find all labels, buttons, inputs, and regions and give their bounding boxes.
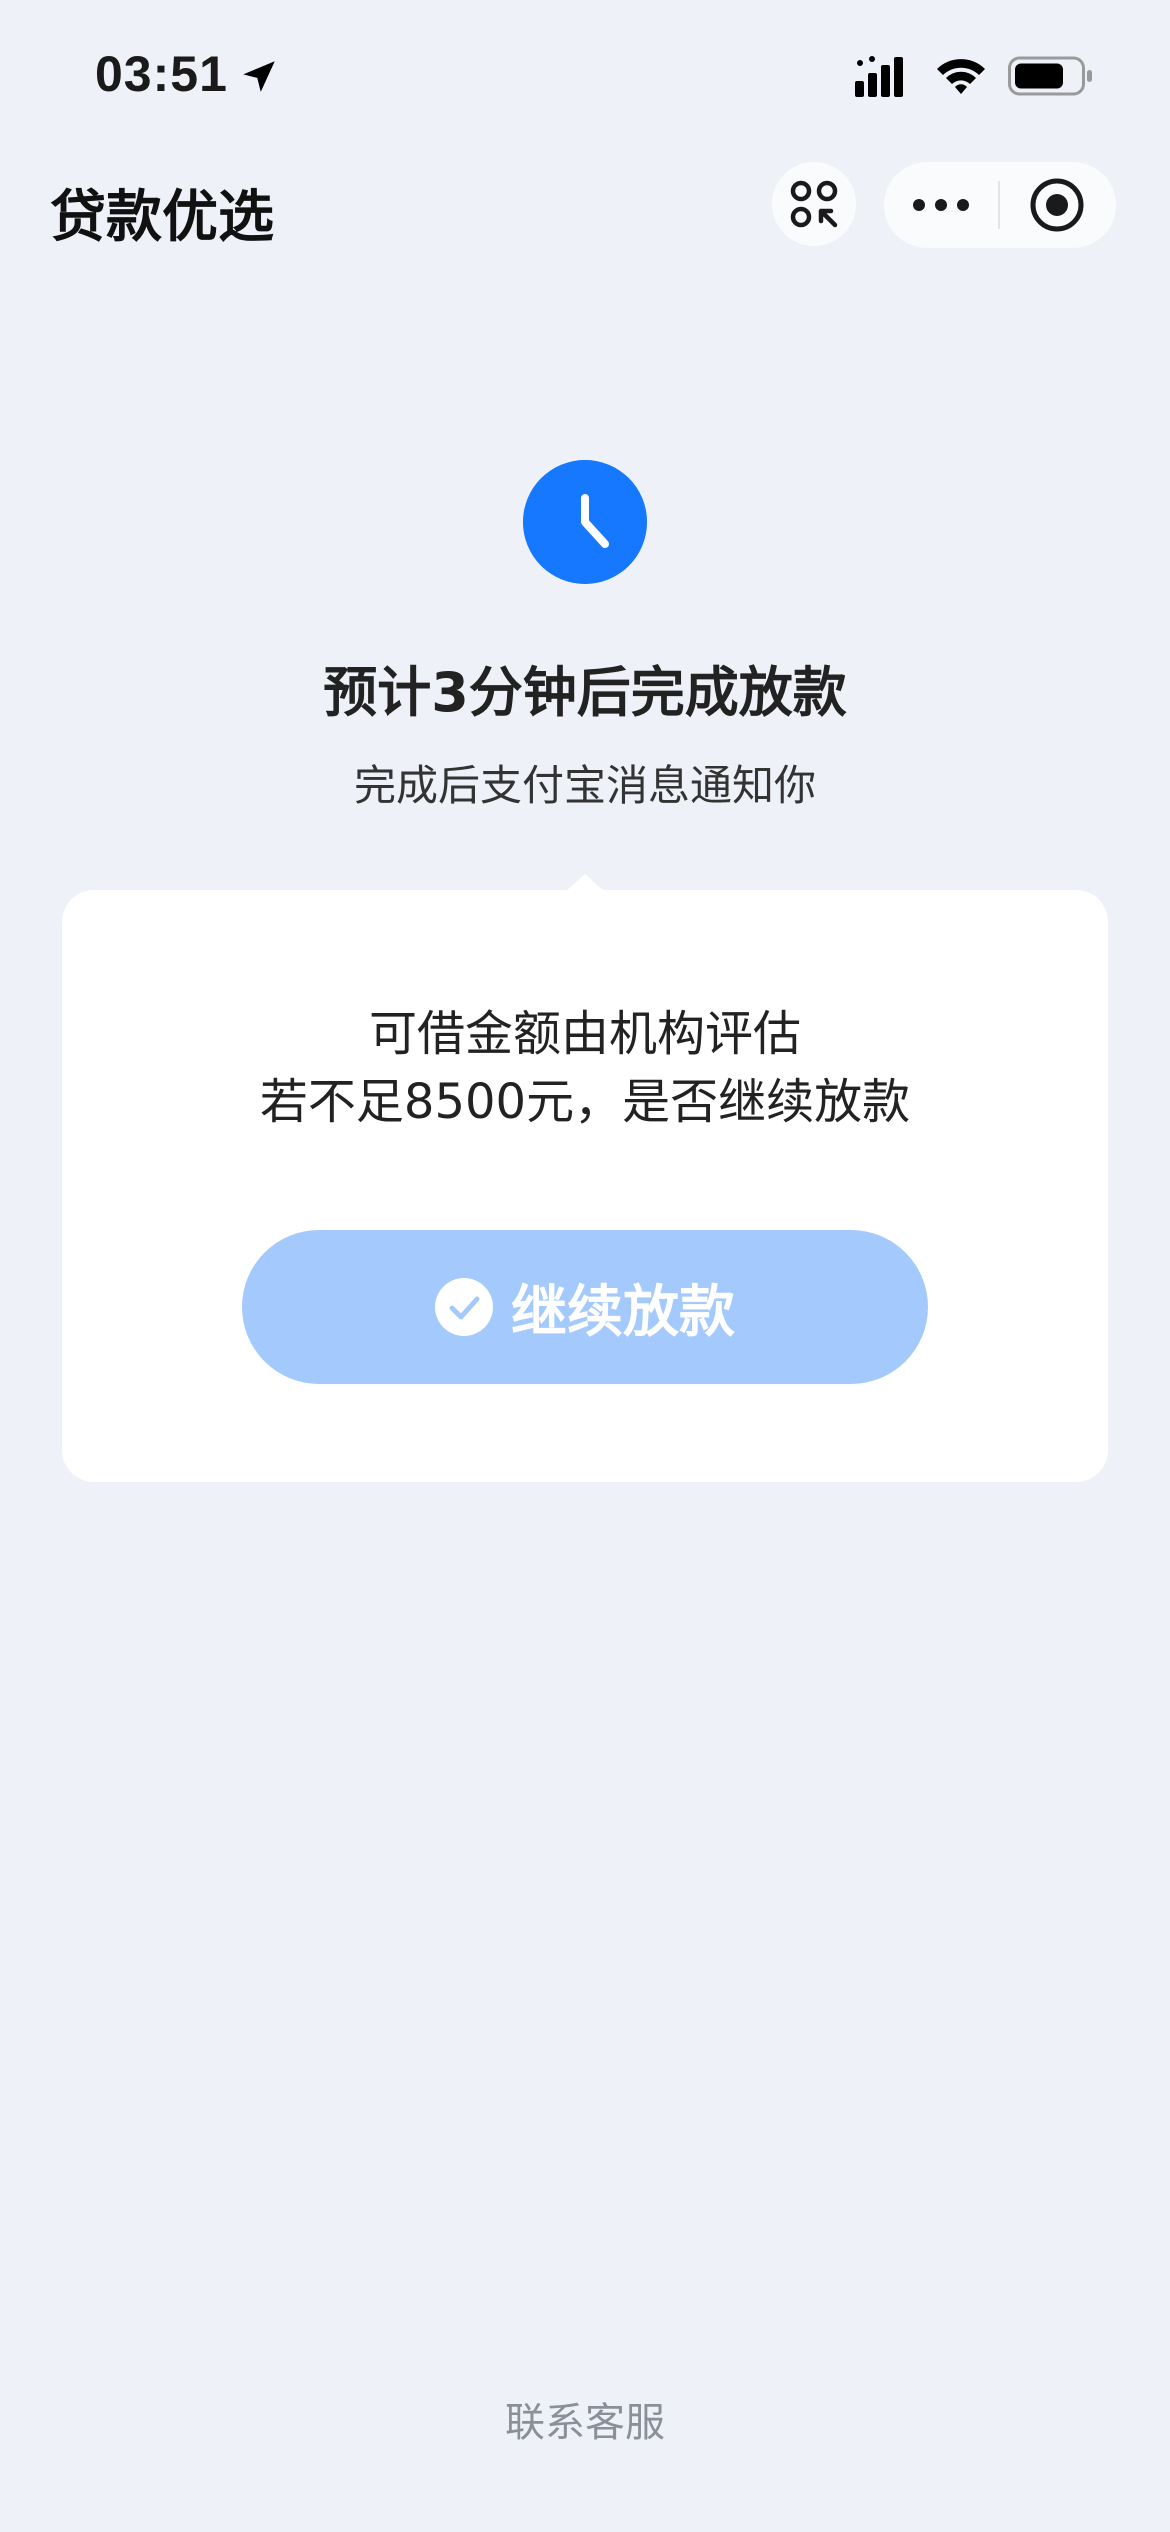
close-circle-icon [1030, 178, 1084, 232]
battery-icon [1008, 56, 1092, 96]
continue-loan-button[interactable]: 继续放款 [242, 1230, 928, 1384]
clock-icon [523, 460, 647, 584]
more-dots-icon [913, 199, 969, 211]
confirm-card: 可借金额由机构评估 若不足8500元，是否继续放款 继续放款 [62, 890, 1108, 1482]
close-button[interactable] [1000, 162, 1114, 248]
capsule-menu [884, 162, 1116, 248]
more-button[interactable] [884, 162, 998, 248]
card-message-line1: 可借金额由机构评估 [368, 1006, 801, 1062]
location-arrow-icon [243, 61, 275, 92]
shortcut-button[interactable] [772, 162, 856, 246]
status-time: 03:51 [95, 46, 228, 102]
cellular-signal-icon [855, 56, 903, 97]
mini-program-shortcut-icon [790, 180, 838, 228]
status-title: 预计3分钟后完成放款 [323, 661, 847, 724]
status-subtitle: 完成后支付宝消息通知你 [353, 761, 816, 810]
continue-loan-label: 继续放款 [511, 1279, 735, 1345]
contact-support-link[interactable]: 联系客服 [0, 2390, 1170, 2448]
status-bar: 03:51 [0, 0, 1170, 150]
card-message-line2: 若不足8500元，是否继续放款 [259, 1074, 911, 1130]
page-title: 贷款优选 [50, 185, 274, 250]
wifi-icon [937, 59, 985, 94]
nav-bar: 贷款优选 [0, 150, 1170, 270]
check-circle-icon [435, 1278, 493, 1336]
